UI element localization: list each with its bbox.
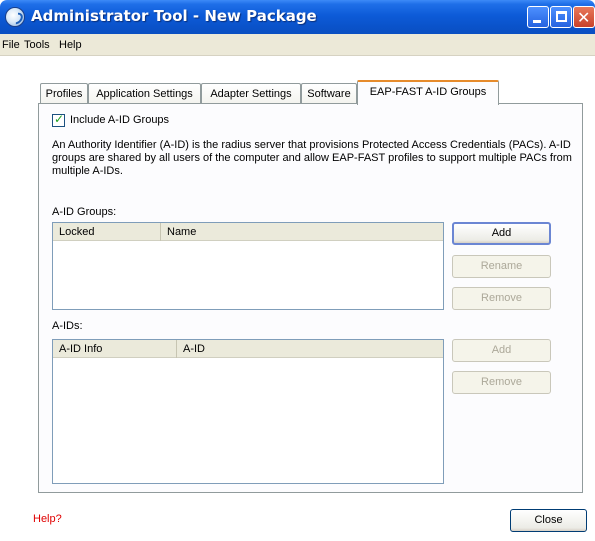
tab-eap-fast-aid-groups[interactable]: EAP-FAST A-ID Groups [357, 80, 499, 105]
add-aid-button[interactable]: Add [452, 339, 551, 362]
aids-header: A-ID Info A-ID [53, 340, 443, 358]
checkmark-icon: ✓ [54, 112, 65, 126]
maximize-button[interactable] [550, 6, 572, 28]
menu-tools[interactable]: Tools [24, 39, 50, 51]
rename-group-button[interactable]: Rename [452, 255, 551, 278]
add-group-button[interactable]: Add [452, 222, 551, 245]
help-link[interactable]: Help? [33, 513, 62, 525]
tab-software[interactable]: Software [301, 83, 357, 104]
remove-aid-button[interactable]: Remove [452, 371, 551, 394]
remove-group-button[interactable]: Remove [452, 287, 551, 310]
column-locked[interactable]: Locked [53, 223, 161, 241]
tab-profiles[interactable]: Profiles [40, 83, 88, 104]
menu-help[interactable]: Help [59, 39, 82, 51]
window-title: Administrator Tool - New Package [31, 7, 317, 25]
aid-description: An Authority Identifier (A-ID) is the ra… [52, 139, 572, 177]
menu-file[interactable]: File [2, 39, 20, 51]
minimize-icon [533, 20, 541, 23]
maximize-icon [556, 11, 567, 22]
add-group-label: Add [491, 227, 512, 239]
app-icon [5, 7, 25, 27]
column-aid[interactable]: A-ID [177, 340, 443, 358]
remove-aid-label: Remove [481, 376, 522, 388]
rename-group-label: Rename [480, 260, 523, 272]
aid-groups-label: A-ID Groups: [52, 206, 117, 218]
minimize-button[interactable] [527, 6, 549, 28]
aid-groups-header: Locked Name [53, 223, 443, 241]
menu-bar: File Tools Help [0, 34, 595, 56]
aids-label: A-IDs: [52, 320, 83, 332]
column-name[interactable]: Name [161, 223, 443, 241]
close-button[interactable]: Close [510, 509, 587, 532]
title-bar[interactable]: Administrator Tool - New Package ✕ [0, 0, 595, 34]
tab-adapter-settings[interactable]: Adapter Settings [201, 83, 301, 104]
add-aid-label: Add [491, 344, 512, 356]
include-aid-label[interactable]: Include A-ID Groups [70, 114, 169, 126]
remove-group-label: Remove [481, 292, 522, 304]
close-icon: ✕ [577, 8, 591, 27]
aids-list[interactable]: A-ID Info A-ID [52, 339, 444, 484]
close-label: Close [534, 514, 563, 526]
tab-application-settings[interactable]: Application Settings [88, 83, 201, 104]
aid-groups-list[interactable]: Locked Name [52, 222, 444, 310]
column-aid-info[interactable]: A-ID Info [53, 340, 177, 358]
include-aid-checkbox[interactable]: ✓ [52, 112, 65, 127]
close-window-button[interactable]: ✕ [573, 6, 595, 28]
